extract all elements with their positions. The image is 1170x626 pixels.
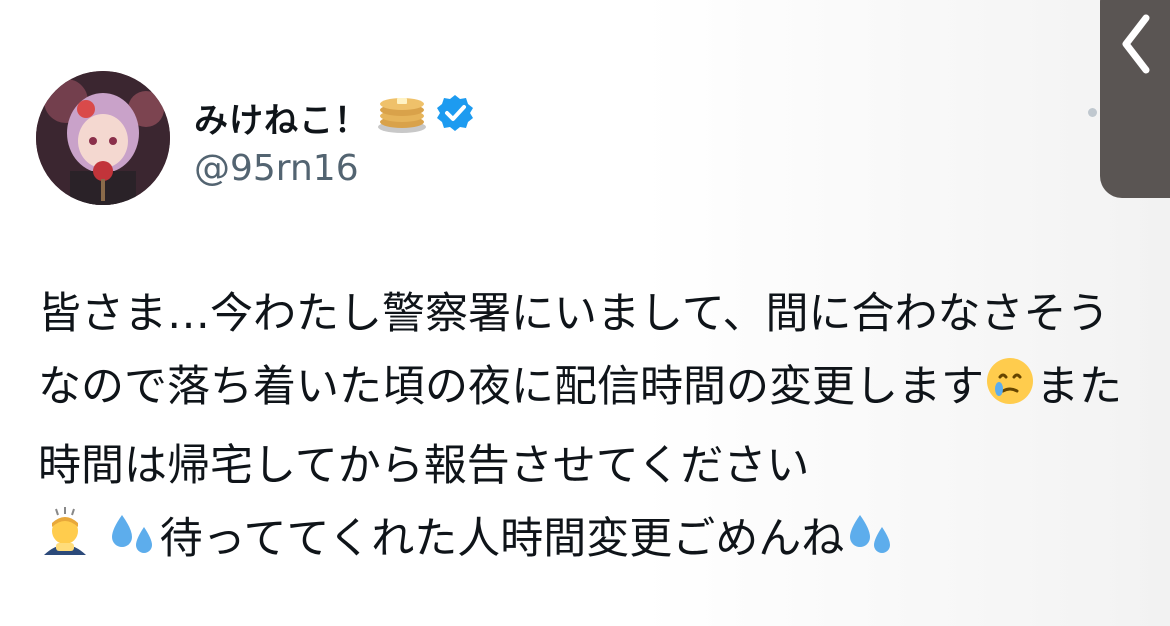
sweat-droplets-icon — [844, 507, 898, 582]
display-name-row[interactable]: みけねこ！ — [194, 90, 475, 145]
face-holding-back-tears-icon — [984, 355, 1036, 430]
avatar-image — [36, 71, 170, 205]
handle[interactable]: @95rn16 — [194, 148, 359, 189]
tweet-text: 皆さま…今わたし警察署にいまして、間に合わなさそうなので落ち着いた頃の夜に配信時… — [38, 278, 1138, 582]
avatar[interactable] — [36, 71, 170, 205]
sweat-droplets-icon — [106, 507, 160, 582]
display-name[interactable]: みけねこ！ — [194, 93, 369, 142]
tweet-text-part-3: 待っててくれた人時間変更ごめんね — [159, 514, 845, 564]
pancakes-icon — [375, 90, 429, 145]
more-options-dot[interactable] — [1088, 108, 1097, 117]
tweet-text-part-1: 皆さま…今わたし警察署にいまして、間に合わなさそうなので落ち着いた頃の夜に配信時… — [38, 289, 1110, 412]
chevron-left-icon — [1122, 14, 1150, 74]
person-bowing-icon — [38, 505, 92, 582]
back-panel[interactable] — [1100, 0, 1170, 198]
verified-badge-icon[interactable] — [435, 93, 475, 142]
